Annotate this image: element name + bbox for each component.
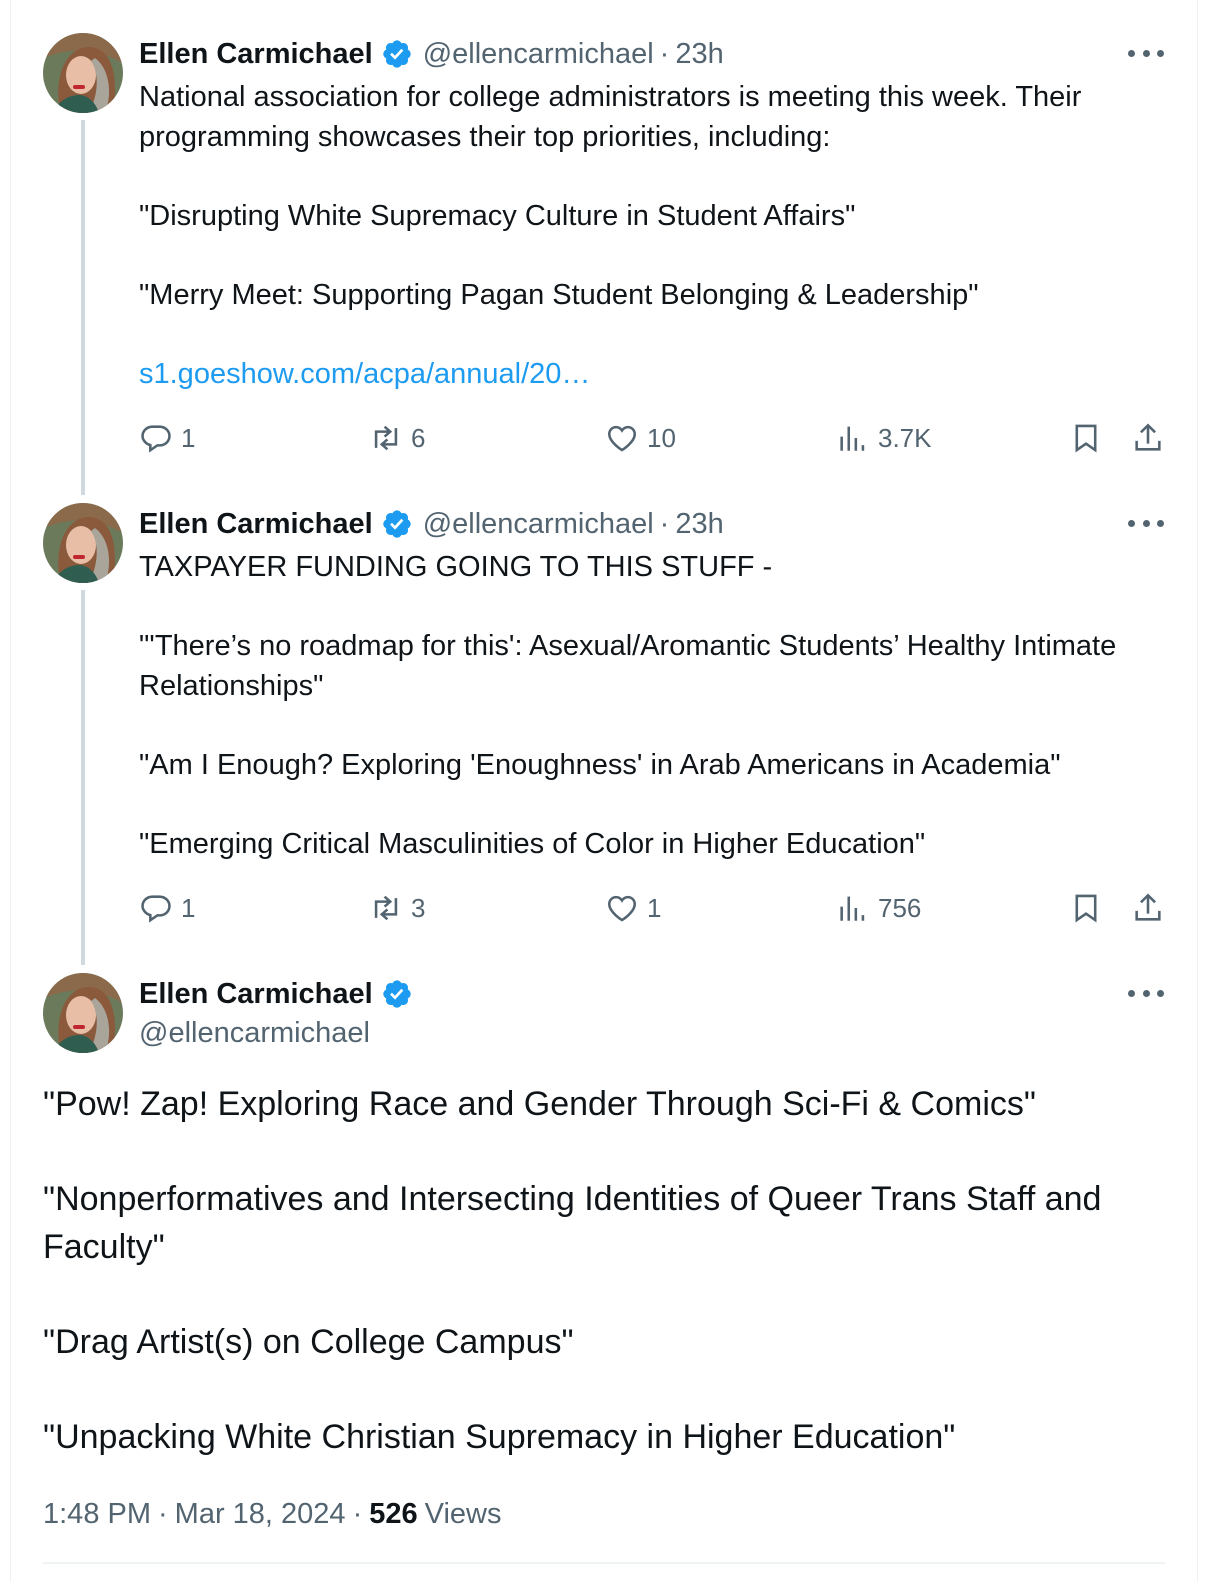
bookmark-button[interactable] xyxy=(1069,888,1111,928)
views-count: 3.7K xyxy=(878,422,932,453)
reply-icon xyxy=(141,425,171,453)
author-name[interactable]: Ellen Carmichael xyxy=(139,508,373,541)
repost-button[interactable]: 6 xyxy=(369,418,425,458)
views-label: Views xyxy=(424,1497,502,1530)
thread-connector xyxy=(81,120,85,495)
tweet-text: National association for college adminis… xyxy=(139,77,1159,394)
repost-icon xyxy=(374,895,398,921)
tweet-paragraph: "Emerging Critical Masculinities of Colo… xyxy=(139,828,926,860)
tweet-paragraph: "Am I Enough? Exploring 'Enoughness' in … xyxy=(139,749,1061,781)
like-button[interactable]: 10 xyxy=(605,418,676,458)
author-handle-row: @ellencarmichael xyxy=(139,1013,370,1053)
verified-badge-icon xyxy=(383,980,411,1008)
verified-badge-icon xyxy=(383,40,411,68)
author-handle[interactable]: @ellencarmichael xyxy=(423,508,654,541)
tweet-header: Ellen Carmichael @ellencarmichael · 23h xyxy=(139,34,724,74)
reply-button[interactable]: 1 xyxy=(139,888,195,928)
timestamp[interactable]: 23h xyxy=(675,38,723,71)
tweet-paragraph: "'There’s no roadmap for this': Asexual/… xyxy=(139,630,1117,702)
bookmark-icon xyxy=(1075,894,1097,923)
action-bar: 1 3 1 756 xyxy=(139,888,1169,928)
repost-count: 3 xyxy=(411,892,426,923)
verified-badge-icon xyxy=(383,510,411,538)
tweet-header: Ellen Carmichael @ellencarmichael · 23h xyxy=(139,504,724,544)
bookmark-icon xyxy=(1075,424,1097,453)
views-button[interactable]: 3.7K xyxy=(836,418,932,458)
tweet-paragraph: TAXPAYER FUNDING GOING TO THIS STUFF - xyxy=(139,551,773,583)
tweet-paragraph: "Merry Meet: Supporting Pagan Student Be… xyxy=(139,279,979,311)
like-count: 10 xyxy=(647,422,676,453)
share-icon xyxy=(1135,893,1161,921)
views-count: 756 xyxy=(878,892,922,923)
tweet-text: "Pow! Zap! Exploring Race and Gender Thr… xyxy=(43,1080,1163,1461)
author-name[interactable]: Ellen Carmichael xyxy=(139,978,373,1011)
divider xyxy=(43,1562,1165,1564)
separator: · xyxy=(158,1497,168,1530)
share-button[interactable] xyxy=(1131,418,1173,458)
post-time[interactable]: 1:48 PM xyxy=(43,1498,151,1531)
separator: · xyxy=(659,507,670,540)
reply-count: 1 xyxy=(181,422,196,453)
tweet-paragraph: "Drag Artist(s) on College Campus" xyxy=(43,1323,574,1361)
tweet-paragraph: "Pow! Zap! Exploring Race and Gender Thr… xyxy=(43,1085,1036,1123)
reply-icon xyxy=(141,895,171,923)
like-count: 1 xyxy=(647,892,662,923)
tweet-header: Ellen Carmichael xyxy=(139,974,423,1014)
tweet-paragraph: "Nonperformatives and Intersecting Ident… xyxy=(43,1180,1102,1266)
thread-connector xyxy=(81,590,85,965)
like-icon xyxy=(607,895,637,922)
author-name[interactable]: Ellen Carmichael xyxy=(139,38,373,71)
views-icon xyxy=(840,896,865,921)
reply-count: 1 xyxy=(181,892,196,923)
tweet-paragraph: "Unpacking White Christian Supremacy in … xyxy=(43,1418,956,1456)
tweet-text: TAXPAYER FUNDING GOING TO THIS STUFF - "… xyxy=(139,547,1159,864)
avatar[interactable] xyxy=(43,33,123,113)
reply-button[interactable]: 1 xyxy=(139,418,195,458)
views-button[interactable]: 756 xyxy=(836,888,921,928)
share-icon xyxy=(1135,423,1161,451)
like-icon xyxy=(607,425,637,452)
separator: · xyxy=(659,37,670,70)
more-icon[interactable] xyxy=(1128,513,1164,533)
tweet-link[interactable]: s1.goeshow.com/acpa/annual/20… xyxy=(139,354,1159,394)
author-handle[interactable]: @ellencarmichael xyxy=(139,1017,370,1050)
avatar[interactable] xyxy=(43,503,123,583)
tweet-paragraph: National association for college adminis… xyxy=(139,81,1082,153)
repost-button[interactable]: 3 xyxy=(369,888,425,928)
tweet-paragraph: "Disrupting White Supremacy Culture in S… xyxy=(139,200,856,232)
more-icon[interactable] xyxy=(1128,983,1164,1003)
author-handle[interactable]: @ellencarmichael xyxy=(423,38,654,71)
views-icon xyxy=(840,426,865,451)
tweet-meta: 1:48 PM · Mar 18, 2024 · 526 Views xyxy=(43,1492,501,1536)
share-button[interactable] xyxy=(1131,888,1173,928)
like-button[interactable]: 1 xyxy=(605,888,661,928)
timestamp[interactable]: 23h xyxy=(675,508,723,541)
views-total: 526 xyxy=(369,1497,418,1530)
repost-icon xyxy=(374,425,398,451)
avatar[interactable] xyxy=(43,973,123,1053)
separator: · xyxy=(352,1497,363,1530)
action-bar: 1 6 10 3.7K xyxy=(139,418,1169,458)
repost-count: 6 xyxy=(411,422,426,453)
more-icon[interactable] xyxy=(1128,43,1164,63)
bookmark-button[interactable] xyxy=(1069,418,1111,458)
post-date[interactable]: Mar 18, 2024 xyxy=(175,1498,346,1531)
